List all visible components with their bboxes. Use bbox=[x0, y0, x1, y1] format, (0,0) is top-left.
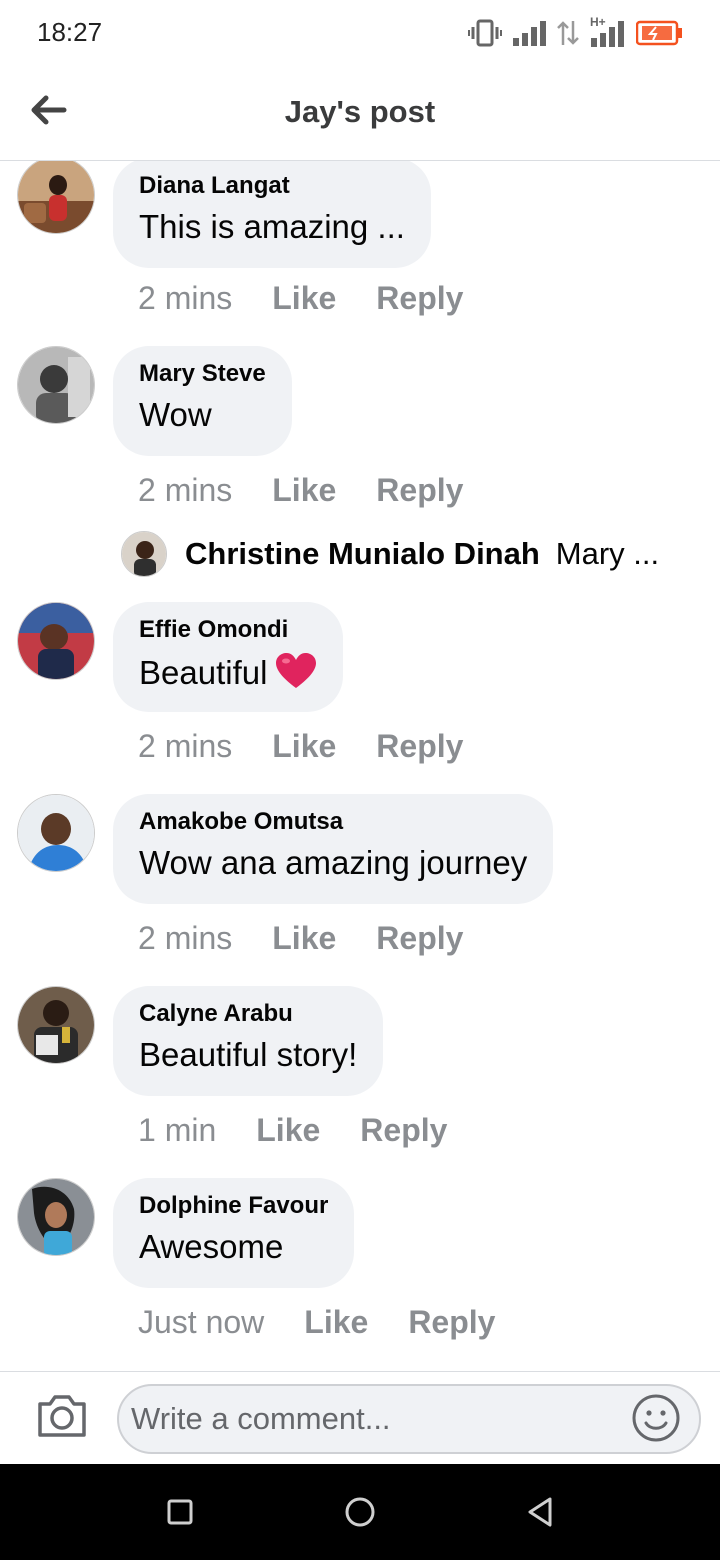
comment-bubble[interactable]: Amakobe Omutsa Wow ana amazing journey bbox=[113, 794, 554, 904]
reply-button[interactable]: Reply bbox=[408, 1304, 495, 1341]
comment-time[interactable]: 2 mins bbox=[138, 728, 232, 765]
comment-bubble[interactable]: Dolphine Favour Awesome bbox=[113, 1178, 355, 1288]
reply-preview[interactable]: Christine Munialo Dinah Mary ... bbox=[121, 530, 659, 578]
comment-author[interactable]: Diana Langat bbox=[139, 172, 405, 200]
back-triangle-icon[interactable] bbox=[516, 1488, 564, 1536]
comment-author[interactable]: Effie Omondi bbox=[139, 616, 317, 644]
comment-time[interactable]: Just now bbox=[138, 1304, 264, 1341]
like-button[interactable]: Like bbox=[272, 920, 336, 957]
reply-button[interactable]: Reply bbox=[376, 472, 463, 509]
smiley-icon[interactable] bbox=[630, 1392, 682, 1444]
status-bar: 18:27 H+ bbox=[0, 0, 720, 66]
recents-square-icon[interactable] bbox=[156, 1488, 204, 1536]
avatar[interactable] bbox=[17, 602, 95, 680]
avatar[interactable] bbox=[17, 794, 95, 872]
comment-time[interactable]: 2 mins bbox=[138, 280, 232, 317]
comment-bubble[interactable]: Diana Langat This is amazing ... bbox=[113, 161, 431, 268]
comment-author[interactable]: Dolphine Favour bbox=[139, 1192, 328, 1220]
comment-time[interactable]: 2 mins bbox=[138, 920, 232, 957]
comment-input[interactable] bbox=[117, 1384, 701, 1454]
like-button[interactable]: Like bbox=[272, 472, 336, 509]
reply-button[interactable]: Reply bbox=[376, 920, 463, 957]
comment-bubble[interactable]: Mary Steve Wow bbox=[113, 346, 292, 456]
comment-text-row: Beautiful bbox=[139, 652, 317, 692]
signal-icon bbox=[513, 21, 546, 46]
comment-bubble[interactable]: Effie Omondi Beautiful bbox=[113, 602, 344, 712]
comment-author[interactable]: Mary Steve bbox=[139, 360, 266, 388]
comments-list[interactable]: Diana Langat This is amazing ... 2 mins … bbox=[0, 161, 720, 1371]
hplus-signal-icon: H+ bbox=[590, 15, 626, 48]
comment-text: Awesome bbox=[139, 1228, 284, 1265]
comment-author[interactable]: Calyne Arabu bbox=[139, 1000, 357, 1028]
like-button[interactable]: Like bbox=[304, 1304, 368, 1341]
system-nav-bar bbox=[0, 1464, 720, 1560]
battery-charging-icon bbox=[636, 20, 682, 46]
comment-text: Wow ana amazing journey bbox=[139, 844, 528, 881]
avatar[interactable] bbox=[17, 986, 95, 1064]
vibrate-icon bbox=[468, 19, 502, 47]
comment-text: Beautiful bbox=[139, 654, 268, 691]
camera-icon[interactable] bbox=[35, 1390, 89, 1440]
comment-meta: 2 mins Like Reply bbox=[138, 920, 463, 957]
reply-button[interactable]: Reply bbox=[376, 280, 463, 317]
reply-text: Mary ... bbox=[555, 536, 660, 571]
avatar[interactable] bbox=[17, 161, 95, 234]
comment-text: Beautiful story! bbox=[139, 1036, 358, 1073]
comment-meta: Just now Like Reply bbox=[138, 1304, 495, 1341]
avatar[interactable] bbox=[17, 346, 95, 424]
data-transfer-icon bbox=[557, 21, 579, 45]
comment-meta: 2 mins Like Reply bbox=[138, 728, 463, 765]
comment-composer bbox=[0, 1371, 720, 1465]
status-icons: H+ bbox=[468, 15, 684, 50]
heart-emoji-icon bbox=[276, 653, 317, 688]
page-title: Jay's post bbox=[284, 94, 436, 129]
comment-meta: 2 mins Like Reply bbox=[138, 280, 463, 317]
reply-button[interactable]: Reply bbox=[376, 728, 463, 765]
comment-meta: 2 mins Like Reply bbox=[138, 472, 463, 509]
app-header: Jay's post bbox=[0, 66, 720, 161]
like-button[interactable]: Like bbox=[272, 728, 336, 765]
reply-button[interactable]: Reply bbox=[360, 1112, 447, 1149]
like-button[interactable]: Like bbox=[272, 280, 336, 317]
reply-author[interactable]: Christine Munialo Dinah bbox=[185, 536, 540, 572]
like-button[interactable]: Like bbox=[256, 1112, 320, 1149]
comment-meta: 1 min Like Reply bbox=[138, 1112, 447, 1149]
comment-bubble[interactable]: Calyne Arabu Beautiful story! bbox=[113, 986, 384, 1096]
avatar[interactable] bbox=[17, 1178, 95, 1256]
home-circle-icon[interactable] bbox=[336, 1488, 384, 1536]
comment-text: Wow bbox=[139, 396, 212, 433]
comment-time[interactable]: 2 mins bbox=[138, 472, 232, 509]
reply-avatar[interactable] bbox=[121, 531, 167, 577]
comment-time[interactable]: 1 min bbox=[138, 1112, 216, 1149]
comment-author[interactable]: Amakobe Omutsa bbox=[139, 808, 527, 836]
comment-text: This is amazing ... bbox=[139, 208, 405, 245]
status-time: 18:27 bbox=[37, 17, 103, 47]
